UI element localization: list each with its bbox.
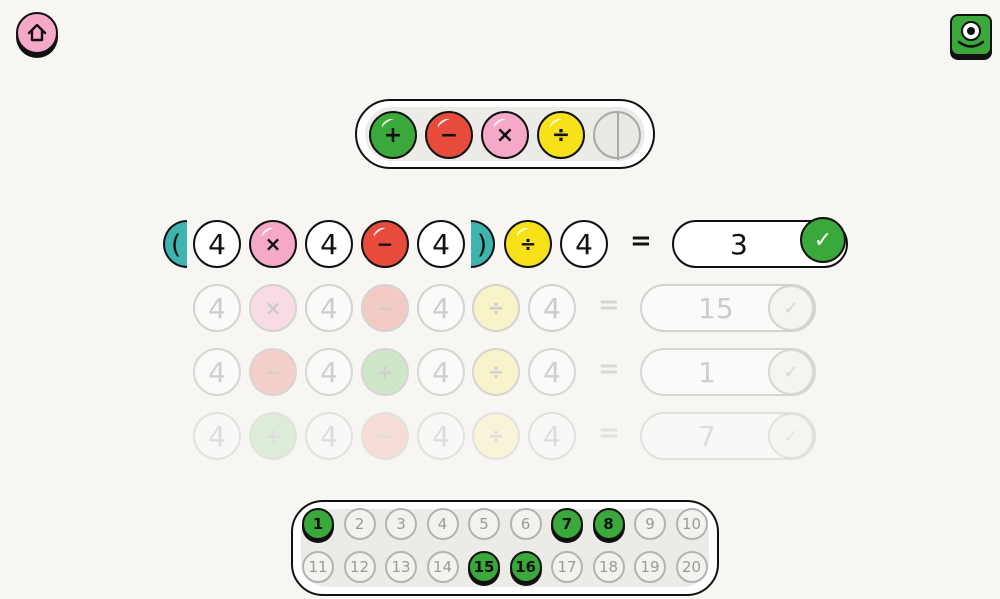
times-operator-button[interactable]: × [481,111,529,159]
operator-slot: − [361,284,409,332]
equals-sign: = [598,418,620,448]
monster-menu-button[interactable] [950,14,994,60]
equation-row-2: 4 × 4 − 4 ÷ 4 = 15 ✓ [0,284,1000,334]
equals-sign: = [630,226,652,256]
operator-slot: − [249,348,297,396]
operator-slot: × [249,284,297,332]
level-button-12[interactable]: 12 [343,551,376,583]
divide-operator-button[interactable]: ÷ [537,111,585,159]
level-button-20[interactable]: 20 [675,551,708,583]
number-tile: 4 [528,412,576,460]
equation-row-1: ( 4 × 4 − 4 ) ÷ 4 = 3 ✓ [0,217,1000,270]
check-icon: ✓ [768,285,814,331]
level-button-2[interactable]: 2 [343,508,376,540]
number-tile: 4 [193,348,241,396]
check-icon[interactable]: ✓ [800,217,846,263]
number-tile: 4 [305,348,353,396]
level-button-3[interactable]: 3 [385,508,417,540]
equation-row-4: 4 + 4 − 4 ÷ 4 = 7 ✓ [0,412,1000,462]
operator-slot[interactable]: × [249,220,297,268]
operator-slot[interactable]: − [361,220,409,268]
number-tile[interactable]: 4 [417,220,465,268]
operator-slot[interactable]: ÷ [504,220,552,268]
operator-slot: ÷ [472,412,520,460]
equals-sign: = [598,354,620,384]
number-tile: 4 [417,412,465,460]
level-button-9[interactable]: 9 [634,508,666,540]
number-tile: 4 [528,348,576,396]
number-tile: 4 [417,348,465,396]
home-button[interactable] [16,12,60,58]
number-tile[interactable]: 4 [305,220,353,268]
level-button-5[interactable]: 5 [468,508,500,540]
operator-slot: − [361,412,409,460]
equals-sign: = [598,290,620,320]
operator-slot: + [361,348,409,396]
number-tile: 4 [193,412,241,460]
level-button-1[interactable]: 1 [302,508,334,540]
level-button-11[interactable]: 11 [302,551,334,583]
open-parenthesis[interactable]: ( [163,220,187,268]
number-tile: 4 [528,284,576,332]
level-button-4[interactable]: 4 [426,508,459,540]
equation-row-3: 4 − 4 + 4 ÷ 4 = 1 ✓ [0,348,1000,398]
parentheses-button[interactable] [593,111,641,160]
number-tile[interactable]: 4 [560,220,608,268]
level-button-13[interactable]: 13 [385,551,417,583]
number-tile: 4 [193,284,241,332]
number-tile[interactable]: 4 [193,220,241,268]
level-button-8[interactable]: 8 [592,508,625,540]
level-button-14[interactable]: 14 [426,551,459,583]
level-button-6[interactable]: 6 [509,508,542,540]
plus-operator-button[interactable]: + [369,111,417,159]
close-parenthesis[interactable]: ) [471,220,495,268]
operator-slot: ÷ [472,284,520,332]
minus-operator-button[interactable]: − [425,111,473,159]
home-icon [16,12,58,54]
level-button-18[interactable]: 18 [592,551,625,583]
number-tile: 4 [417,284,465,332]
one-eyed-monster-icon [950,14,992,56]
level-button-16[interactable]: 16 [509,551,542,583]
check-icon: ✓ [768,349,814,395]
level-button-15[interactable]: 15 [468,551,500,583]
level-button-7[interactable]: 7 [551,508,583,540]
check-icon: ✓ [768,413,814,459]
level-button-19[interactable]: 19 [634,551,666,583]
level-button-10[interactable]: 10 [675,508,708,540]
level-button-17[interactable]: 17 [551,551,583,583]
number-tile: 4 [305,284,353,332]
operator-slot: + [249,412,297,460]
operator-slot: ÷ [472,348,520,396]
number-tile: 4 [305,412,353,460]
